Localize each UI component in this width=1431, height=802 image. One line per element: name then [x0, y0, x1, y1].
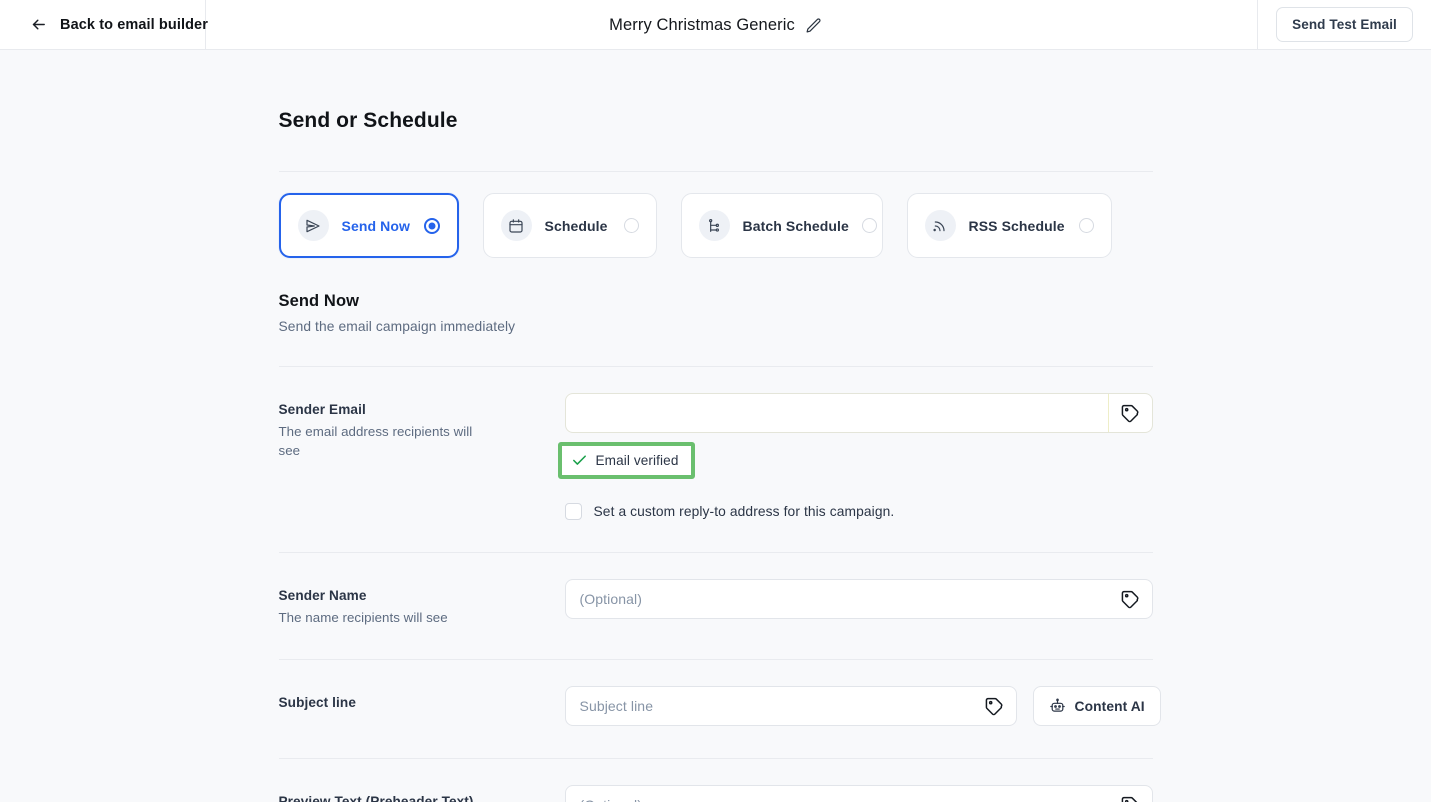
sender-email-input-wrap: [564, 393, 1153, 433]
campaign-title-group: Merry Christmas Generic: [0, 0, 1431, 50]
section-title: Send or Schedule: [278, 109, 458, 132]
sender-name-label: Sender Name: [278, 588, 367, 603]
custom-reply-to-checkbox[interactable]: [564, 503, 582, 520]
sender-name-hint: The name recipients will see: [278, 610, 448, 625]
mode-subtitle: Send the email campaign immediately: [278, 319, 516, 334]
option-label-schedule: Schedule: [544, 217, 608, 234]
option-label-batch-schedule: Batch Schedule: [742, 217, 849, 234]
radio-schedule[interactable]: [623, 218, 639, 233]
preview-text-field-group: [564, 785, 1153, 802]
option-label-rss-schedule: RSS Schedule: [968, 217, 1065, 234]
subject-line-label-group: Subject line: [279, 686, 565, 710]
sender-name-input-wrap: [564, 579, 1153, 619]
send-test-email-button[interactable]: Send Test Email: [1276, 7, 1413, 42]
subject-line-field-group: Content AI: [564, 686, 1161, 726]
page-body: Send or Schedule Send Now Schedule Batch…: [0, 50, 1431, 802]
preview-text-input-wrap: [564, 785, 1153, 802]
tag-icon[interactable]: [1108, 786, 1152, 802]
sender-name-input[interactable]: [565, 580, 1108, 618]
mode-title: Send Now: [278, 292, 360, 310]
field-row-sender-name: Sender Name The name recipients will see: [279, 553, 1153, 627]
radio-rss-schedule[interactable]: [1078, 218, 1094, 233]
email-verified-label: Email verified: [595, 453, 679, 468]
back-to-email-builder-button[interactable]: Back to email builder: [0, 0, 208, 49]
tag-icon[interactable]: [972, 687, 1016, 725]
preview-text-label: Preview Text (Preheader Text): [278, 794, 474, 802]
header-actions: Send Test Email: [1257, 0, 1431, 49]
send-or-schedule-panel: Send or Schedule Send Now Schedule Batch…: [278, 50, 1161, 802]
content-ai-button[interactable]: Content AI: [1032, 686, 1161, 726]
sender-email-label-group: Sender Email The email address recipient…: [279, 393, 565, 460]
preview-text-input[interactable]: [565, 786, 1108, 802]
subject-line-input-wrap: [564, 686, 1017, 726]
pencil-icon[interactable]: [805, 17, 822, 34]
calendar-icon: [500, 210, 532, 241]
sender-email-field-group: Email verified Set a custom reply-to add…: [557, 393, 1153, 520]
radio-send-now[interactable]: [423, 217, 440, 234]
sender-email-hint: The email address recipients will see: [278, 424, 473, 458]
schedule-mode-options: Send Now Schedule Batch Schedule RSS Sch…: [278, 193, 1153, 258]
option-card-schedule[interactable]: Schedule: [482, 193, 657, 258]
preview-text-label-group: Preview Text (Preheader Text) This will …: [279, 785, 565, 802]
subject-line-label: Subject line: [278, 695, 356, 710]
app-header: Back to email builder Merry Christmas Ge…: [0, 0, 1431, 50]
field-row-sender-email: Sender Email The email address recipient…: [279, 367, 1153, 520]
sender-name-label-group: Sender Name The name recipients will see: [279, 579, 565, 627]
subject-line-input[interactable]: [565, 687, 972, 725]
back-button-label: Back to email builder: [60, 16, 208, 33]
custom-reply-to-label: Set a custom reply-to address for this c…: [593, 504, 895, 519]
field-row-subject-line: Subject line Subject line Content AI: [279, 660, 1161, 726]
sender-email-label: Sender Email: [278, 402, 366, 417]
tag-icon[interactable]: [1108, 580, 1152, 618]
section-divider: [278, 171, 1153, 172]
option-label-send-now: Send Now: [341, 217, 410, 234]
bot-icon: [1049, 698, 1066, 715]
sender-email-input[interactable]: [565, 394, 1108, 432]
page-title: Merry Christmas Generic: [609, 15, 795, 34]
radio-batch-schedule[interactable]: [861, 218, 877, 233]
custom-reply-to-row[interactable]: Set a custom reply-to address for this c…: [564, 503, 1153, 520]
email-verified-row: Email verified: [557, 442, 1153, 479]
arrow-left-icon: [30, 16, 47, 33]
subject-line-controls: Content AI: [564, 686, 1161, 726]
send-icon: [297, 210, 329, 241]
content-ai-label: Content AI: [1074, 698, 1145, 714]
tag-icon[interactable]: [1107, 394, 1152, 432]
status-badge-email-verified: Email verified: [557, 442, 695, 479]
option-card-rss-schedule[interactable]: RSS Schedule: [906, 193, 1112, 258]
sender-name-field-group: [564, 579, 1153, 619]
check-icon: [571, 452, 588, 469]
rss-icon: [924, 210, 956, 241]
option-card-send-now[interactable]: Send Now: [278, 193, 459, 258]
git-branch-icon: [698, 210, 730, 241]
option-card-batch-schedule[interactable]: Batch Schedule: [680, 193, 883, 258]
field-row-preview-text: Preview Text (Preheader Text) This will …: [279, 759, 1153, 802]
